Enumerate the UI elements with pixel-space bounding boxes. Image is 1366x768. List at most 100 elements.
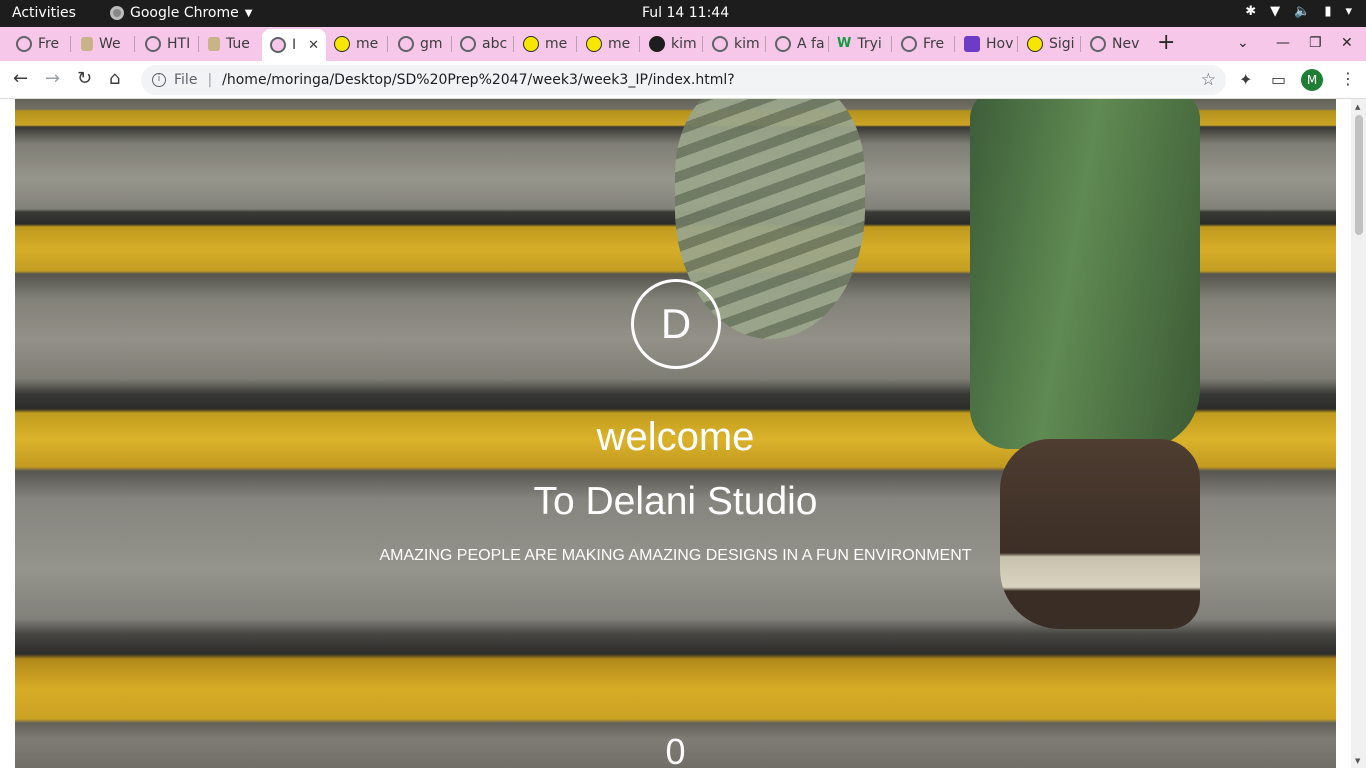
tab[interactable]: Nev [1082,31,1144,57]
url-text[interactable]: /home/moringa/Desktop/SD%20Prep%2047/wee… [222,72,735,88]
minimize-icon[interactable]: — [1276,35,1290,51]
scheme-label: File [174,72,198,88]
chevron-down-icon[interactable]: ▾ [1345,4,1352,19]
tab[interactable]: kim [704,31,766,57]
tab[interactable]: Tue [200,31,262,57]
studio-logo[interactable]: D [631,279,721,369]
globe-icon [270,37,286,53]
wifi-icon[interactable]: ▼ [1270,4,1280,19]
mail-icon [334,36,350,52]
tab-label: kim [671,36,697,52]
tab[interactable]: me [326,31,388,57]
home-icon[interactable]: ⌂ [109,69,120,89]
system-top-bar: Activities Google Chrome ▼ Ful 14 11:44 … [0,0,1366,27]
hero-welcome: welcome [596,415,755,459]
globe-icon [901,36,917,52]
profile-avatar[interactable]: M [1301,69,1323,91]
tab-label: HTI [167,36,191,52]
hero-tagline: AMAZING PEOPLE ARE MAKING AMAZING DESIGN… [379,547,972,564]
tab-active[interactable]: I ✕ [262,29,326,61]
info-icon[interactable]: i [152,73,166,87]
tab[interactable]: A fa [767,31,829,57]
tab[interactable]: Hov [956,31,1018,57]
tab-label: gm [420,36,443,52]
leaf-icon [208,37,220,51]
hero-section: D welcome To Delani Studio AMAZING PEOPL… [15,99,1336,768]
doc-icon [964,36,980,52]
bookmark-star-icon[interactable]: ☆ [1201,70,1216,90]
volume-icon[interactable]: 🔈 [1294,4,1310,19]
chrome-icon [110,6,124,20]
globe-icon [398,36,414,52]
extensions-puzzle-icon[interactable]: ✦ [1239,70,1252,89]
tab[interactable]: abc [452,31,514,57]
tab[interactable]: Fre [8,31,71,57]
tab[interactable]: kim [641,31,703,57]
close-icon[interactable]: ✕ [308,38,319,53]
mail-icon [523,36,539,52]
globe-icon [1090,36,1106,52]
mail-icon [586,36,602,52]
hero-background-shoe [1000,439,1200,629]
tab-label: abc [482,36,508,52]
scroll-up-icon[interactable]: ▲ [1355,103,1360,111]
back-arrow-icon[interactable]: ← [13,69,28,89]
tab-label: Tue [226,36,250,52]
tab-label: Tryi [857,36,882,52]
activities-button[interactable]: Activities [12,5,76,21]
github-icon [649,36,665,52]
hero-counter: 0 [665,731,686,768]
leaf-icon [81,37,93,51]
globe-icon [16,36,32,52]
hero-background-leg [970,99,1200,449]
cast-icon[interactable]: ▭ [1271,70,1286,89]
tab-label: Sigi [1049,36,1075,52]
globe-icon [460,36,476,52]
address-bar[interactable]: i File | /home/moringa/Desktop/SD%20Prep… [141,65,1226,95]
page-viewport: D welcome To Delani Studio AMAZING PEOPL… [0,99,1366,768]
globe-icon [775,36,791,52]
tab-label: Fre [923,36,945,52]
tab-label: me [356,36,379,52]
forward-arrow-icon[interactable]: → [45,69,60,89]
scroll-down-icon[interactable]: ▼ [1355,757,1360,765]
menu-kebab-icon[interactable]: ⋮ [1340,69,1356,88]
w-icon: W [837,36,852,51]
tab[interactable]: W Tryi [829,31,892,57]
reload-icon[interactable]: ↻ [77,69,92,89]
system-tray[interactable]: ✱ ▼ 🔈 ▮ ▾ [1245,4,1352,19]
tab-label: kim [734,36,760,52]
slack-icon[interactable]: ✱ [1245,4,1256,19]
divider: | [207,72,213,88]
tab-label: Hov [986,36,1014,52]
mail-icon [1027,36,1043,52]
battery-icon[interactable]: ▮ [1324,4,1331,19]
restore-icon[interactable]: ❐ [1309,35,1322,51]
close-window-icon[interactable]: ✕ [1341,35,1353,51]
browser-toolbar: ← → ↻ ⌂ i File | /home/moringa/Desktop/S… [0,61,1366,99]
new-tab-plus-icon[interactable]: + [1157,32,1175,54]
clock[interactable]: Ful 14 11:44 [642,5,729,21]
tab[interactable]: We [73,31,135,57]
app-menu[interactable]: Google Chrome ▼ [110,5,252,21]
tab-label: I [292,37,297,53]
tab[interactable]: HTI [137,31,199,57]
app-name: Google Chrome [130,5,239,21]
globe-icon [712,36,728,52]
hero-title: To Delani Studio [533,480,818,523]
tab-label: Nev [1112,36,1140,52]
tab[interactable]: me [578,31,640,57]
tab-label: We [99,36,121,52]
tab-label: A fa [797,36,825,52]
tab-search-chevron-icon[interactable]: ⌄ [1237,35,1249,51]
tab-label: me [608,36,631,52]
tab-label: me [545,36,568,52]
tab-label: Fre [38,36,60,52]
page-scrollbar[interactable]: ▲ ▼ [1351,99,1366,768]
tab[interactable]: Fre [893,31,955,57]
tab[interactable]: Sigi [1019,31,1081,57]
scrollbar-thumb[interactable] [1355,115,1363,235]
tab[interactable]: gm [390,31,452,57]
tab[interactable]: me [515,31,577,57]
globe-icon [145,36,161,52]
